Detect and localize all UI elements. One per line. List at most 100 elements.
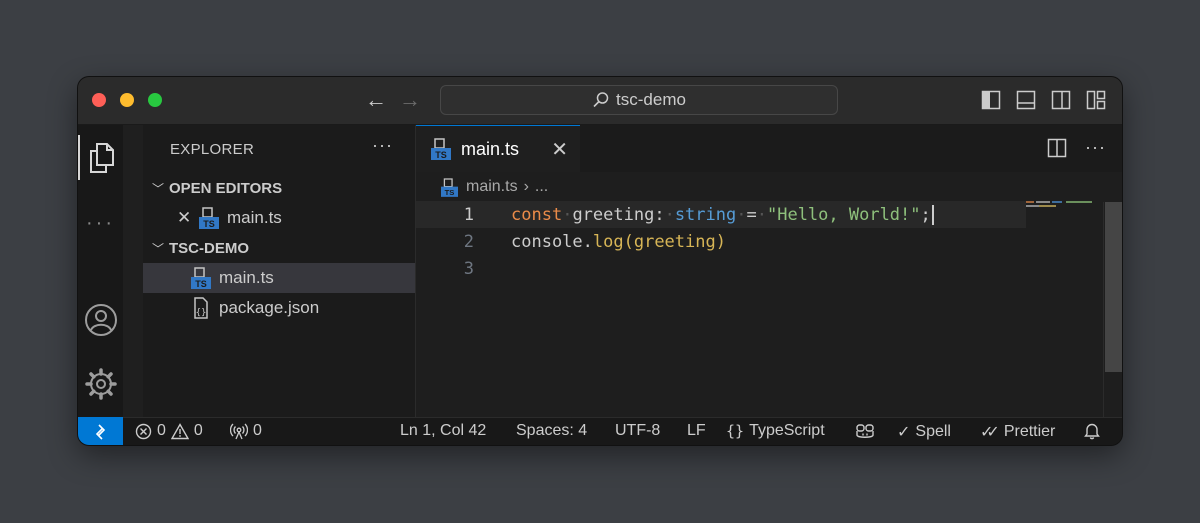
code-line-content: const·greeting:·string·=·"Hello, World!"…	[511, 204, 934, 225]
close-editor-icon[interactable]: ✕	[177, 208, 195, 228]
svg-text:TS: TS	[203, 219, 215, 229]
close-tab-icon[interactable]: ✕	[551, 137, 568, 162]
code-line[interactable]: 2 console.log(greeting)	[416, 228, 1026, 255]
arguments-token: (greeting)	[623, 231, 726, 252]
scrollbar-thumb[interactable]	[1105, 202, 1122, 372]
problems-indicator[interactable]: 0 0	[135, 422, 203, 440]
account-icon	[84, 303, 117, 336]
toggle-panel-icon[interactable]	[1016, 90, 1036, 110]
editor-area: TS main.ts ✕ ··· TS main.ts › ... 1 cons…	[416, 125, 1122, 417]
open-editor-item[interactable]: ✕ TS main.ts	[143, 203, 415, 233]
warning-count: 0	[193, 422, 203, 439]
open-editors-label: OPEN EDITORS	[169, 179, 283, 197]
folder-label: TSC-DEMO	[169, 239, 249, 257]
language-mode[interactable]: {} TypeScript	[726, 422, 825, 440]
svg-text:TS: TS	[435, 150, 447, 160]
line-number: 3	[463, 258, 474, 279]
layout-controls	[981, 90, 1106, 110]
chevron-down-icon: ﹀	[151, 181, 164, 196]
end-of-line-setting[interactable]: LF	[687, 422, 706, 440]
encoding-setting[interactable]: UTF-8	[615, 422, 660, 440]
typescript-file-icon: TS	[441, 177, 458, 197]
tsc-demo-folder-section[interactable]: ﹀ TSC-DEMO	[143, 233, 415, 263]
vscode-window: ← → tsc-demo ··· EXPLORER ··· ﹀ OPEN EDI…	[78, 77, 1122, 445]
identifier-token: console.	[511, 231, 593, 252]
identifier-token: greeting:	[572, 204, 665, 225]
command-center-label: tsc-demo	[616, 90, 686, 109]
remote-icon	[95, 423, 105, 440]
minimap[interactable]	[1026, 199, 1102, 239]
double-check-icon: ✓✓	[980, 424, 1000, 441]
braces-icon: {}	[726, 422, 745, 440]
cursor-position-label: Ln 1, Col 42	[400, 422, 487, 439]
explorer-sidebar: EXPLORER ··· ﹀ OPEN EDITORS ✕ TS main.ts…	[143, 125, 416, 417]
more-views-button[interactable]: ···	[78, 201, 123, 246]
error-count: 0	[157, 422, 166, 439]
maximize-window-button[interactable]	[148, 93, 162, 107]
spell-check-button[interactable]: ✓ Spell	[897, 422, 951, 442]
ports-indicator[interactable]: 0	[230, 422, 262, 440]
type-token: string	[674, 204, 737, 225]
text-cursor	[931, 204, 934, 225]
customize-layout-icon[interactable]	[1086, 90, 1106, 110]
tab-main-ts[interactable]: TS main.ts ✕	[416, 125, 580, 172]
explorer-activity-button[interactable]	[78, 135, 123, 180]
chevron-right-icon: ›	[523, 178, 529, 195]
explorer-more-actions-icon[interactable]: ···	[372, 135, 393, 156]
indentation-label: Spaces: 4	[516, 422, 588, 439]
prettier-label: Prettier	[1003, 423, 1056, 440]
toggle-primary-sidebar-icon[interactable]	[981, 90, 1001, 110]
open-editors-section[interactable]: ﹀ OPEN EDITORS	[143, 173, 415, 203]
search-icon	[593, 92, 609, 108]
breadcrumb-symbols[interactable]: ...	[535, 178, 548, 196]
forward-arrow-icon[interactable]: →	[399, 87, 421, 113]
toggle-secondary-sidebar-icon[interactable]	[1051, 90, 1071, 110]
file-name: package.json	[219, 298, 320, 317]
close-window-button[interactable]	[92, 93, 106, 107]
chevron-down-icon: ﹀	[151, 241, 164, 256]
bell-icon	[1084, 423, 1100, 440]
minimize-window-button[interactable]	[120, 93, 134, 107]
split-editor-icon[interactable]	[1047, 138, 1067, 158]
files-icon	[89, 142, 114, 173]
file-name: main.ts	[219, 268, 274, 287]
prettier-button[interactable]: ✓✓ Prettier	[980, 422, 1055, 442]
typescript-file-icon: TS	[191, 267, 211, 289]
broadcast-icon	[230, 423, 248, 439]
line-number: 1	[463, 204, 474, 225]
back-arrow-icon[interactable]: ←	[365, 87, 387, 113]
svg-text:TS: TS	[195, 279, 207, 289]
svg-text:{}: {}	[196, 308, 207, 318]
semicolon-token: ;	[920, 204, 931, 225]
accounts-button[interactable]	[78, 297, 123, 342]
error-icon	[135, 423, 152, 439]
code-editor[interactable]: 1 const·greeting:·string·=·"Hello, World…	[416, 199, 1106, 417]
code-line[interactable]: 1 const·greeting:·string·=·"Hello, World…	[416, 201, 1026, 228]
remote-indicator-button[interactable]	[78, 417, 123, 445]
string-token: "Hello, World!"	[766, 204, 921, 225]
encoding-label: UTF-8	[615, 422, 661, 439]
more-actions-icon[interactable]: ···	[1085, 137, 1106, 158]
notifications-button[interactable]	[1084, 422, 1100, 440]
editor-tabs: TS main.ts ✕ ···	[416, 125, 1122, 172]
copilot-button[interactable]	[855, 422, 875, 440]
json-file-icon: {}	[194, 297, 208, 319]
svg-text:TS: TS	[445, 188, 455, 197]
operator-token: =	[746, 204, 757, 225]
file-item-main-ts[interactable]: TS main.ts	[143, 263, 415, 293]
warning-icon	[170, 422, 189, 439]
command-center-search[interactable]: tsc-demo	[440, 85, 838, 115]
manage-settings-button[interactable]	[78, 361, 123, 406]
editor-actions: ···	[1047, 137, 1106, 158]
check-icon: ✓	[897, 424, 911, 441]
line-number: 2	[463, 231, 474, 252]
cursor-position[interactable]: Ln 1, Col 42	[400, 422, 486, 440]
ports-count: 0	[253, 422, 262, 439]
breadcrumb-file[interactable]: main.ts	[466, 178, 518, 196]
code-line[interactable]: 3	[416, 255, 1026, 282]
keyword-token: const	[511, 204, 563, 225]
title-bar: ← → tsc-demo	[78, 77, 1122, 125]
indentation-setting[interactable]: Spaces: 4	[516, 422, 587, 440]
code-line-content: console.log(greeting)	[511, 232, 726, 252]
file-item-package-json[interactable]: {} package.json	[143, 293, 415, 323]
